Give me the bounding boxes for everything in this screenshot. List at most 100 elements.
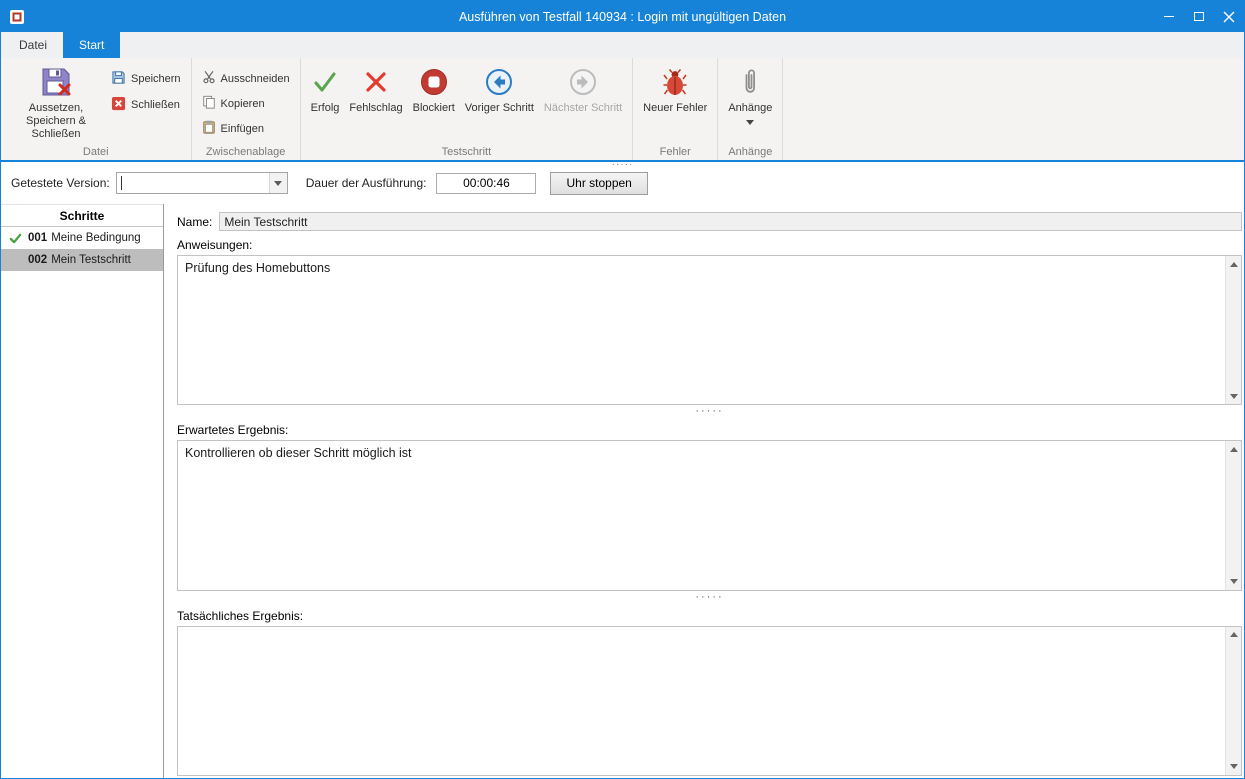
button-label: Kopieren <box>221 98 265 110</box>
save-button[interactable]: Speichern <box>106 66 186 92</box>
chevron-down-icon <box>274 181 282 186</box>
cut-button[interactable]: Ausschneiden <box>197 66 295 91</box>
scroll-up-icon[interactable] <box>1226 256 1241 272</box>
previous-step-button[interactable]: Voriger Schritt <box>460 60 539 117</box>
button-label: Anhänge <box>728 102 772 115</box>
tab-datei[interactable]: Datei <box>3 32 63 58</box>
ribbon-resize-handle[interactable]: ····· <box>612 161 634 169</box>
ribbon-group-datei: Aussetzen, Speichern & Schließen Speiche… <box>1 58 192 160</box>
scroll-down-icon[interactable] <box>1226 759 1241 775</box>
stop-icon <box>420 65 448 99</box>
close-window-button[interactable] <box>1214 1 1244 32</box>
step-detail-panel: Name: Anweisungen: Prüfung des Homebutto… <box>177 204 1244 778</box>
scroll-up-icon[interactable] <box>1226 441 1241 457</box>
expected-result-label: Erwartetes Ergebnis: <box>177 423 1242 437</box>
arrow-left-icon <box>485 65 513 99</box>
group-label-zwischenablage: Zwischenablage <box>192 146 300 158</box>
name-label: Name: <box>177 215 212 229</box>
window-title: Ausführen von Testfall 140934 : Login mi… <box>1 10 1244 24</box>
expected-result-textarea[interactable]: Kontrollieren ob dieser Schritt möglich … <box>178 441 1225 589</box>
tested-version-combo[interactable] <box>116 172 288 194</box>
arrow-right-icon <box>569 65 597 99</box>
scrollbar[interactable] <box>1225 256 1241 404</box>
duration-input[interactable] <box>436 173 536 194</box>
step-number: 002 <box>28 254 47 266</box>
scissors-icon <box>202 70 216 87</box>
step-item-001[interactable]: 001 Meine Bedingung <box>1 227 163 249</box>
scrollbar[interactable] <box>1225 627 1241 775</box>
save-suspend-icon <box>40 65 72 99</box>
actual-result-label: Tatsächliches Ergebnis: <box>177 609 1242 623</box>
button-label: Einfügen <box>221 123 264 135</box>
ribbon-group-anhaenge: Anhänge Anhänge <box>718 58 783 160</box>
group-label-fehler: Fehler <box>633 146 717 158</box>
group-label-datei: Datei <box>1 146 191 158</box>
copy-icon <box>202 95 216 112</box>
tab-start[interactable]: Start <box>63 32 120 58</box>
window-controls <box>1154 1 1244 32</box>
maximize-icon <box>1194 12 1204 21</box>
steps-header: Schritte <box>1 204 163 227</box>
next-step-button[interactable]: Nächster Schritt <box>539 60 627 117</box>
button-label: Blockiert <box>413 102 455 115</box>
close-button[interactable]: Schließen <box>106 92 185 118</box>
actual-result-textarea[interactable] <box>178 627 1225 775</box>
copy-button[interactable]: Kopieren <box>197 91 270 116</box>
button-label: Speichern <box>131 73 181 85</box>
app-window: Ausführen von Testfall 140934 : Login mi… <box>0 0 1245 779</box>
scrollbar[interactable] <box>1225 441 1241 589</box>
button-label: Erfolg <box>311 102 340 115</box>
x-icon <box>364 65 388 99</box>
splitter-handle[interactable]: ····· <box>177 591 1242 604</box>
close-icon <box>1223 11 1235 23</box>
stop-clock-button[interactable]: Uhr stoppen <box>550 172 647 195</box>
suspend-save-close-button[interactable]: Aussetzen, Speichern & Schließen <box>6 60 106 143</box>
sidebar-splitter[interactable] <box>164 204 177 778</box>
success-button[interactable]: Erfolg <box>306 60 345 117</box>
group-label-anhaenge: Anhänge <box>718 146 782 158</box>
step-item-002[interactable]: 002 Mein Testschritt <box>1 249 163 271</box>
attachments-button[interactable]: Anhänge <box>723 60 777 127</box>
scroll-down-icon[interactable] <box>1226 388 1241 404</box>
paste-button[interactable]: Einfügen <box>197 116 269 141</box>
splitter-handle[interactable]: ····· <box>177 405 1242 418</box>
execution-toolbar: ····· Getestete Version: Dauer der Ausfü… <box>1 162 1244 204</box>
blocked-button[interactable]: Blockiert <box>408 60 460 117</box>
new-defect-button[interactable]: Neuer Fehler <box>638 60 712 117</box>
clipboard-buttons: Ausschneiden Kopieren Einfügen <box>197 66 295 141</box>
step-check-icon <box>6 232 24 245</box>
step-label: Meine Bedingung <box>51 232 141 244</box>
paperclip-icon <box>742 65 758 99</box>
instructions-label: Anweisungen: <box>177 238 1242 252</box>
instructions-textarea[interactable]: Prüfung des Homebuttons <box>178 256 1225 404</box>
step-number: 001 <box>28 232 47 244</box>
close-red-icon <box>111 96 126 114</box>
instructions-panel: Prüfung des Homebuttons <box>177 255 1242 405</box>
button-label: Nächster Schritt <box>544 102 622 115</box>
maximize-button[interactable] <box>1184 1 1214 32</box>
scroll-down-icon[interactable] <box>1226 574 1241 590</box>
minimize-icon <box>1164 16 1174 17</box>
button-label: Schließen <box>131 99 180 111</box>
check-icon <box>312 65 338 99</box>
ribbon-group-zwischenablage: Ausschneiden Kopieren Einfügen Zwischena… <box>192 58 301 160</box>
datei-small-buttons: Speichern Schließen <box>106 66 186 118</box>
titlebar: Ausführen von Testfall 140934 : Login mi… <box>1 1 1244 32</box>
step-name-input[interactable] <box>219 212 1242 231</box>
tested-version-input[interactable] <box>122 174 269 192</box>
group-label-testschritt: Testschritt <box>301 146 632 158</box>
button-label: Aussetzen, Speichern & Schließen <box>11 102 101 141</box>
minimize-button[interactable] <box>1154 1 1184 32</box>
button-label: Ausschneiden <box>221 73 290 85</box>
fail-button[interactable]: Fehlschlag <box>344 60 407 117</box>
button-label: Voriger Schritt <box>465 102 534 115</box>
combo-dropdown-button[interactable] <box>269 173 287 193</box>
expected-result-panel: Kontrollieren ob dieser Schritt möglich … <box>177 440 1242 590</box>
main-area: Schritte 001 Meine Bedingung 002 Mein Te… <box>1 204 1244 778</box>
chevron-down-icon <box>746 120 754 125</box>
button-label: Fehlschlag <box>349 102 402 115</box>
actual-result-panel <box>177 626 1242 776</box>
scroll-up-icon[interactable] <box>1226 627 1241 643</box>
save-icon <box>111 70 126 88</box>
name-row: Name: <box>177 212 1242 231</box>
